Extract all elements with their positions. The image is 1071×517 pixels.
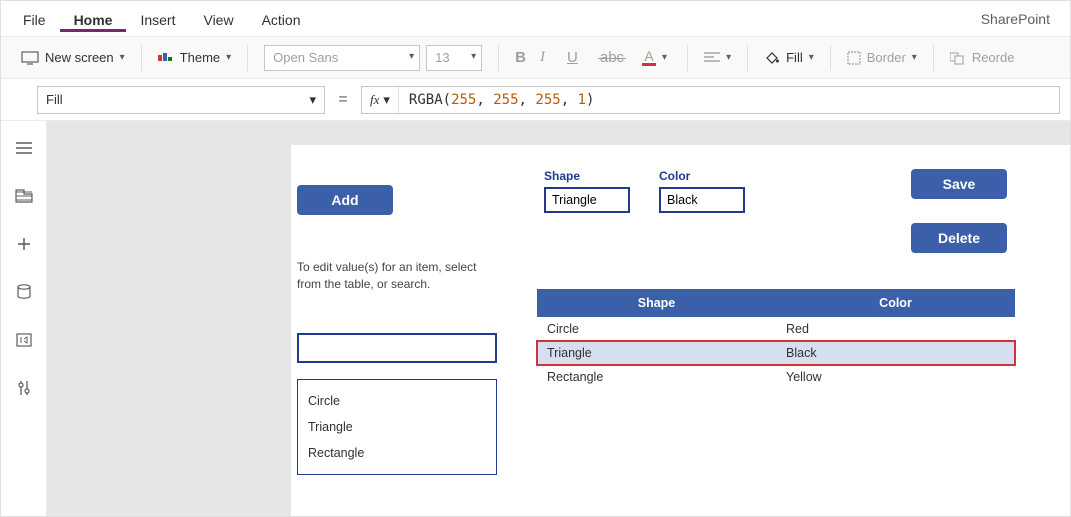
menu-tab-home[interactable]: Home (60, 6, 127, 32)
tree-view-icon[interactable] (15, 187, 33, 205)
shape-field-label: Shape (544, 169, 630, 183)
align-icon (704, 52, 720, 64)
save-button[interactable]: Save (911, 169, 1007, 199)
equals-label: = (333, 91, 353, 109)
italic-button[interactable]: I (532, 49, 553, 66)
data-table[interactable]: Shape Color Circle Red Triangl (537, 289, 1015, 389)
app-window: File Home Insert View Action SharePoint … (0, 0, 1071, 517)
shapes-listbox[interactable]: Circle Triangle Rectangle (297, 379, 497, 475)
cell-color: Red (776, 317, 1015, 341)
formula-text[interactable]: RGBA(255, 255, 255, 1) (399, 92, 605, 108)
cell-shape: Triangle (537, 341, 776, 365)
ribbon-separator (141, 45, 142, 71)
chevron-down-icon: ▾ (726, 52, 731, 63)
chevron-down-icon: ▾ (120, 52, 125, 63)
chevron-down-icon: ▾ (912, 52, 917, 63)
fill-label: Fill (786, 50, 803, 65)
canvas-area[interactable]: Add Shape Triangle Color Black Save Dele… (47, 121, 1070, 516)
fill-button[interactable]: Fill ▾ (764, 50, 814, 66)
insert-icon[interactable] (15, 235, 33, 253)
border-icon (847, 51, 861, 65)
reorder-icon (950, 51, 966, 65)
delete-button[interactable]: Delete (911, 223, 1007, 253)
formula-input[interactable]: fx ▾ RGBA(255, 255, 255, 1) (361, 86, 1060, 114)
hint-text: To edit value(s) for an item, select fro… (297, 259, 497, 293)
cell-color: Yellow (776, 365, 1015, 389)
screen-icon (21, 51, 39, 65)
media-icon[interactable] (15, 331, 33, 349)
ribbon-separator (747, 45, 748, 71)
align-button[interactable]: ▾ (704, 52, 731, 64)
fx-label: fx ▾ (362, 87, 399, 113)
ribbon-separator (830, 45, 831, 71)
hamburger-icon[interactable] (15, 139, 33, 157)
theme-button[interactable]: Theme ▾ (158, 50, 232, 65)
menu-tab-view[interactable]: View (189, 6, 247, 32)
menu-tab-action[interactable]: Action (248, 6, 315, 32)
font-color-button[interactable]: A ▾ (638, 49, 671, 66)
border-button[interactable]: Border ▾ (847, 50, 917, 65)
table-row[interactable]: Rectangle Yellow (537, 365, 1015, 389)
new-screen-button[interactable]: New screen ▾ (21, 50, 125, 65)
reorder-label: Reorde (972, 50, 1015, 65)
font-select[interactable]: ▾ (264, 45, 420, 71)
table-row[interactable]: Circle Red (537, 317, 1015, 341)
palette-icon (158, 51, 174, 65)
ribbon: New screen ▾ Theme ▾ ▾ ▾ (1, 37, 1070, 79)
menu-bar: File Home Insert View Action SharePoint (1, 1, 1070, 37)
chevron-down-icon: ▾ (383, 92, 390, 108)
color-field-input[interactable]: Black (659, 187, 745, 213)
property-label: Fill (46, 92, 63, 107)
brand-label: SharePoint (981, 11, 1062, 27)
property-dropdown[interactable]: Fill ▾ (37, 86, 325, 114)
list-item[interactable]: Circle (298, 388, 496, 414)
bold-button[interactable]: B (515, 49, 526, 66)
search-input[interactable] (297, 333, 497, 363)
list-item[interactable]: Rectangle (298, 440, 496, 466)
chevron-down-icon: ▾ (226, 52, 231, 63)
table-header-shape[interactable]: Shape (537, 289, 776, 317)
list-item[interactable]: Triangle (298, 414, 496, 440)
paint-bucket-icon (764, 50, 780, 66)
menu-tab-file[interactable]: File (9, 6, 60, 32)
ribbon-separator (933, 45, 934, 71)
color-field-label: Color (659, 169, 745, 183)
chevron-down-icon: ▾ (809, 52, 814, 63)
table-header-color[interactable]: Color (776, 289, 1015, 317)
left-rail (1, 121, 47, 516)
cell-color: Black (776, 341, 1015, 365)
border-label: Border (867, 50, 906, 65)
underline-button[interactable]: U (559, 49, 586, 66)
ribbon-separator (498, 45, 499, 71)
strikethrough-button[interactable]: abc (592, 49, 632, 66)
font-size-input[interactable] (426, 45, 482, 71)
chevron-down-icon: ▾ (662, 52, 667, 63)
shape-field-input[interactable]: Triangle (544, 187, 630, 213)
advanced-tools-icon[interactable] (15, 379, 33, 397)
add-button[interactable]: Add (297, 185, 393, 215)
font-color-icon: A (642, 49, 656, 66)
ribbon-separator (247, 45, 248, 71)
reorder-button[interactable]: Reorde (950, 50, 1015, 65)
chevron-down-icon: ▾ (309, 92, 316, 108)
data-icon[interactable] (15, 283, 33, 301)
new-screen-label: New screen (45, 50, 114, 65)
font-input[interactable] (264, 45, 420, 71)
menu-tab-insert[interactable]: Insert (126, 6, 189, 32)
font-size-select[interactable]: ▾ (426, 45, 482, 71)
table-row-selected[interactable]: Triangle Black (537, 341, 1015, 365)
ribbon-separator (687, 45, 688, 71)
formula-bar: Fill ▾ = fx ▾ RGBA(255, 255, 255, 1) (1, 79, 1070, 121)
cell-shape: Rectangle (537, 365, 776, 389)
app-canvas[interactable]: Add Shape Triangle Color Black Save Dele… (291, 145, 1070, 516)
theme-label: Theme (180, 50, 220, 65)
main-area: Add Shape Triangle Color Black Save Dele… (1, 121, 1070, 516)
cell-shape: Circle (537, 317, 776, 341)
